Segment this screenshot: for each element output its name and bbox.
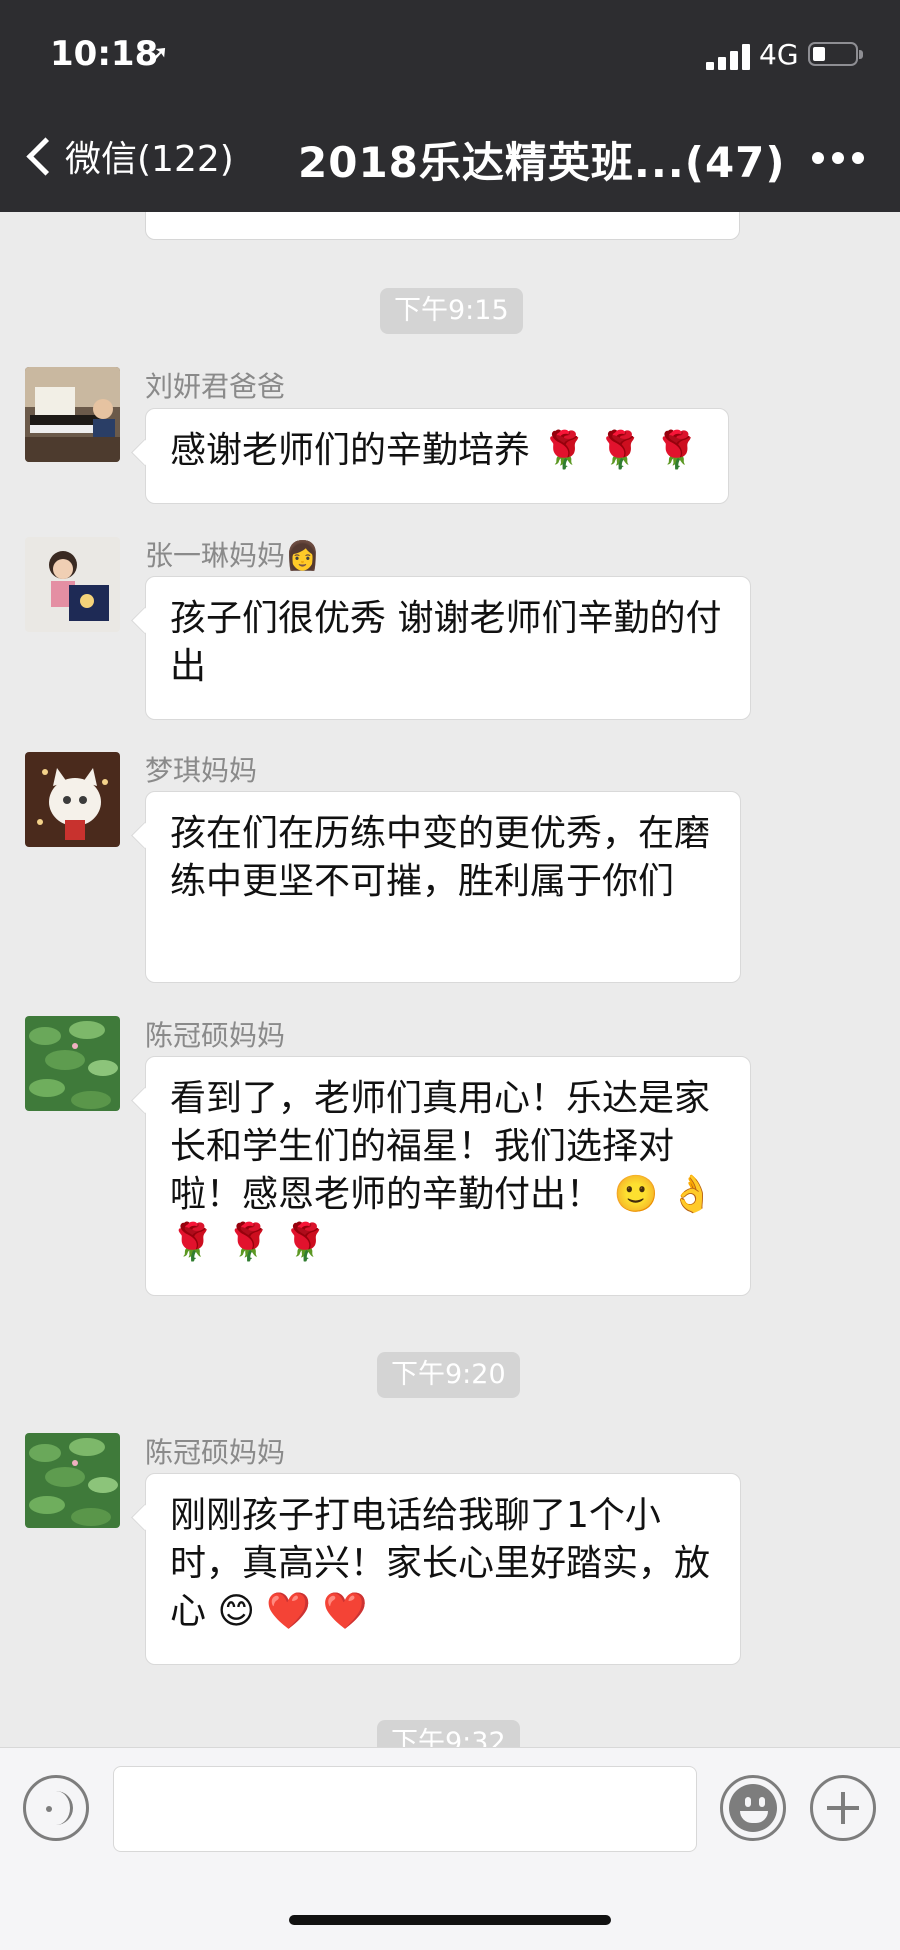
message-bubble[interactable]: 孩子们很优秀 谢谢老师们辛勤的付出 <box>145 576 751 720</box>
avatar[interactable] <box>25 367 120 462</box>
message-input[interactable] <box>113 1766 697 1852</box>
message-text: 感谢老师们的辛勤培养 🌹 🌹 🌹 <box>170 430 699 471</box>
message-text: 看到了，老师们真用心！乐达是家长和学生们的福星！我们选择对啦！感恩老师的辛勤付出… <box>170 1078 715 1263</box>
avatar[interactable] <box>25 1016 120 1111</box>
previous-message-bubble[interactable] <box>145 212 740 240</box>
sender-name: 张一琳妈妈👩 <box>145 539 320 572</box>
message-bubble[interactable]: 看到了，老师们真用心！乐达是家长和学生们的福星！我们选择对啦！感恩老师的辛勤付出… <box>145 1056 751 1296</box>
more-dot-icon <box>812 152 824 164</box>
status-time: 10:18 <box>50 34 159 74</box>
more-dot-icon <box>832 152 844 164</box>
message-bubble[interactable]: 感谢老师们的辛勤培养 🌹 🌹 🌹 <box>145 408 729 504</box>
page-title: 2018乐达精英班...(47) <box>298 138 786 187</box>
sender-name: 刘妍君爸爸 <box>145 370 286 403</box>
sender-name: 梦琪妈妈 <box>145 754 258 787</box>
avatar[interactable] <box>25 752 120 847</box>
back-label: 微信(122) <box>65 139 234 180</box>
avatar[interactable] <box>25 537 120 632</box>
message-bubble[interactable]: 刚刚孩子打电话给我聊了1个小时，真高兴！家长心里好踏实，放心 😊 ❤️ ❤️ <box>145 1473 741 1665</box>
sender-name: 陈冠硕妈妈 <box>145 1436 286 1469</box>
voice-input-button[interactable] <box>23 1775 89 1841</box>
message-text: 刚刚孩子打电话给我聊了1个小时，真高兴！家长心里好踏实，放心 😊 ❤️ ❤️ <box>170 1495 711 1632</box>
more-functions-button[interactable] <box>810 1775 876 1841</box>
battery-icon <box>808 42 863 66</box>
chevron-left-icon <box>26 136 65 176</box>
home-indicator[interactable] <box>289 1915 611 1925</box>
sender-name: 陈冠硕妈妈 <box>145 1019 286 1052</box>
more-dot-icon <box>852 152 864 164</box>
back-button[interactable]: 微信(122) <box>22 126 234 186</box>
smiley-icon <box>729 1784 777 1832</box>
chat-message-list[interactable]: 下午9:15 刘妍君爸爸 感谢老师们的辛勤培养 🌹 🌹 🌹 张一琳妈妈👩 孩子们… <box>0 212 900 1747</box>
message-text: 孩在们在历练中变的更优秀，在磨练中更坚不可摧，胜利属于你们 <box>170 813 711 902</box>
timestamp: 下午9:32 <box>377 1720 520 1747</box>
message-bubble[interactable]: 孩在们在历练中变的更优秀，在磨练中更坚不可摧，胜利属于你们 <box>145 791 741 983</box>
more-options-button[interactable] <box>812 152 864 164</box>
message-text: 孩子们很优秀 谢谢老师们辛勤的付出 <box>170 598 722 687</box>
location-arrow-icon: ➚ <box>146 38 170 71</box>
avatar[interactable] <box>25 1433 120 1528</box>
emoji-button[interactable] <box>720 1775 786 1841</box>
signal-strength-icon <box>706 44 752 70</box>
network-type: 4G <box>759 38 799 71</box>
timestamp: 下午9:15 <box>380 288 523 334</box>
top-bar: 10:18 ➚ 4G 微信(122) 2018乐达精英班...(47) <box>0 0 900 212</box>
timestamp: 下午9:20 <box>377 1352 520 1398</box>
input-bar <box>0 1747 900 1950</box>
